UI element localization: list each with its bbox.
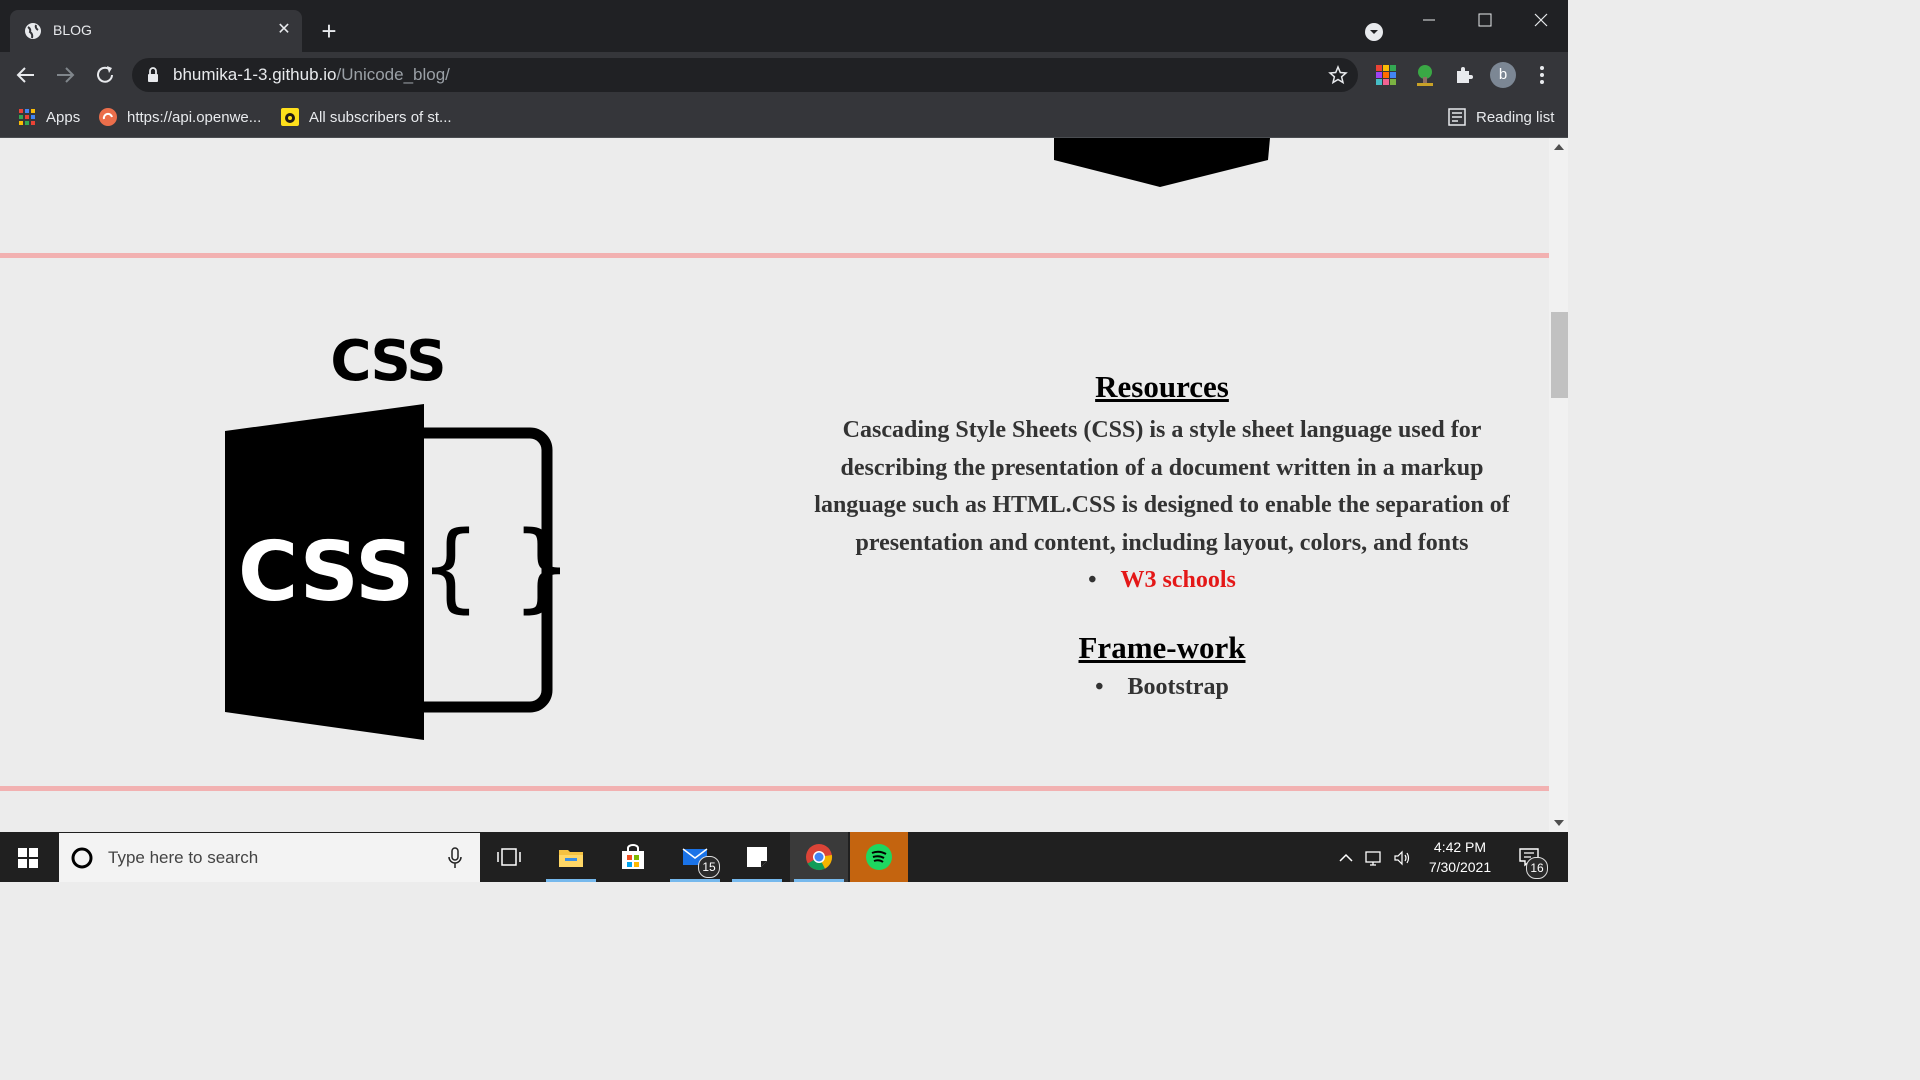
taskbar-clock[interactable]: 4:42 PM 7/30/2021 bbox=[1408, 837, 1512, 877]
sticky-notes-button[interactable] bbox=[728, 832, 786, 882]
apps-grid-icon bbox=[19, 109, 35, 125]
css-file-icon: CSS { } bbox=[225, 404, 560, 740]
resources-section: Resources Cascading Style Sheets (CSS) i… bbox=[800, 366, 1524, 706]
show-hidden-icons-chevron-icon[interactable] bbox=[1336, 848, 1356, 868]
tree-extension-icon[interactable] bbox=[1413, 63, 1437, 87]
chrome-icon bbox=[806, 844, 833, 871]
framework-heading: Frame-work bbox=[1078, 630, 1246, 665]
store-bag-icon bbox=[622, 844, 644, 869]
url-host: bhumika-1-3.github.io bbox=[173, 65, 337, 84]
reading-list-icon bbox=[1448, 108, 1466, 126]
minimize-icon[interactable] bbox=[1409, 6, 1449, 34]
sticky-notes-icon bbox=[747, 847, 767, 867]
search-placeholder: Type here to search bbox=[108, 848, 259, 867]
taskbar-search-input[interactable]: Type here to search bbox=[59, 833, 480, 882]
bookmark-label: Apps bbox=[46, 108, 81, 126]
bookmark-subscribers[interactable]: All subscribers of st... bbox=[281, 106, 452, 128]
scroll-down-arrow-icon[interactable] bbox=[1554, 820, 1564, 826]
bootstrap-item: Bootstrap bbox=[1127, 674, 1229, 700]
css-icon-braces: { } bbox=[420, 511, 560, 623]
scroll-up-arrow-icon[interactable] bbox=[1554, 144, 1564, 150]
profile-avatar[interactable]: b bbox=[1490, 62, 1516, 88]
spotify-icon bbox=[866, 844, 892, 870]
task-view-button[interactable] bbox=[480, 832, 538, 882]
microphone-icon[interactable] bbox=[448, 847, 462, 869]
running-indicator bbox=[670, 879, 720, 882]
list-item: Bootstrap bbox=[800, 669, 1524, 706]
chrome-button[interactable] bbox=[790, 832, 848, 882]
windows-start-icon[interactable] bbox=[18, 848, 38, 868]
bookmark-label: All subscribers of st... bbox=[309, 108, 452, 126]
reload-icon[interactable] bbox=[93, 63, 117, 87]
section-divider bbox=[0, 253, 1549, 258]
bookmark-label: https://api.openwe... bbox=[127, 108, 262, 126]
tab-title: BLOG bbox=[53, 22, 92, 38]
html5-logo-bottom bbox=[1054, 138, 1270, 187]
clock-time: 4:42 PM bbox=[1433, 839, 1487, 855]
tab-search-icon[interactable] bbox=[1364, 22, 1384, 42]
bookmark-apps[interactable]: Apps bbox=[18, 106, 80, 128]
microsoft-store-button[interactable] bbox=[604, 832, 662, 882]
new-tab-button[interactable]: + bbox=[316, 18, 342, 44]
globe-icon bbox=[25, 23, 41, 39]
resources-list: W3 schools bbox=[800, 562, 1524, 599]
maximize-icon[interactable] bbox=[1465, 6, 1505, 34]
mailchimp-icon bbox=[281, 108, 299, 126]
close-window-icon[interactable] bbox=[1521, 6, 1561, 34]
css-logo-title: CSS bbox=[330, 329, 446, 394]
scrollbar-thumb[interactable] bbox=[1551, 312, 1568, 398]
reading-list-button[interactable]: Reading list bbox=[1448, 106, 1554, 128]
resources-heading: Resources bbox=[1095, 369, 1229, 404]
puzzle-extensions-icon[interactable] bbox=[1452, 63, 1476, 87]
blog-page: CSS CSS { } Resources Cascading Style Sh… bbox=[0, 138, 1549, 832]
bookmark-star-icon[interactable] bbox=[1328, 65, 1348, 85]
tab-close-icon[interactable]: ✕ bbox=[275, 21, 293, 39]
folder-icon bbox=[559, 850, 583, 867]
list-item: W3 schools bbox=[800, 562, 1524, 599]
address-bar[interactable]: bhumika-1-3.github.io/Unicode_blog/ bbox=[132, 58, 1358, 92]
section-divider bbox=[0, 786, 1549, 791]
more-menu-icon[interactable] bbox=[1532, 64, 1552, 86]
browser-tab[interactable]: BLOG ✕ bbox=[10, 10, 302, 52]
color-extension-icon[interactable] bbox=[1374, 63, 1398, 87]
page-scrollbar[interactable] bbox=[1549, 138, 1568, 832]
lock-icon[interactable] bbox=[146, 67, 160, 83]
notification-count-badge: 16 bbox=[1526, 857, 1548, 879]
cortana-icon bbox=[71, 847, 93, 869]
back-arrow-icon[interactable] bbox=[14, 63, 38, 87]
url-text[interactable]: bhumika-1-3.github.io/Unicode_blog/ bbox=[173, 65, 450, 85]
w3schools-link[interactable]: W3 schools bbox=[1121, 567, 1236, 593]
openweather-icon bbox=[99, 108, 117, 126]
windows-taskbar: Type here to search 15 4:42 PM 7/30/2021… bbox=[0, 832, 1568, 882]
file-explorer-button[interactable] bbox=[542, 832, 600, 882]
running-indicator bbox=[546, 879, 596, 882]
bookmark-openweather[interactable]: https://api.openwe... bbox=[99, 106, 261, 128]
clock-date: 7/30/2021 bbox=[1428, 859, 1492, 875]
framework-list: Bootstrap bbox=[800, 669, 1524, 706]
browser-titlebar: BLOG ✕ + bbox=[0, 0, 1568, 52]
running-indicator bbox=[732, 879, 782, 882]
bookmarks-bar: Apps https://api.openwe... All subscribe… bbox=[0, 98, 1568, 138]
running-indicator bbox=[794, 879, 844, 882]
mail-badge: 15 bbox=[698, 856, 720, 878]
url-path: /Unicode_blog/ bbox=[336, 65, 450, 84]
spotify-button[interactable] bbox=[850, 832, 908, 882]
browser-toolbar: bhumika-1-3.github.io/Unicode_blog/ b bbox=[0, 52, 1568, 98]
network-icon[interactable] bbox=[1363, 848, 1383, 868]
css-description: Cascading Style Sheets (CSS) is a style … bbox=[814, 417, 1510, 556]
task-view-icon bbox=[497, 848, 521, 866]
css-icon-text: CSS bbox=[238, 525, 414, 620]
forward-arrow-icon[interactable] bbox=[53, 63, 77, 87]
mail-button[interactable]: 15 bbox=[666, 832, 724, 882]
reading-list-label: Reading list bbox=[1476, 108, 1555, 126]
